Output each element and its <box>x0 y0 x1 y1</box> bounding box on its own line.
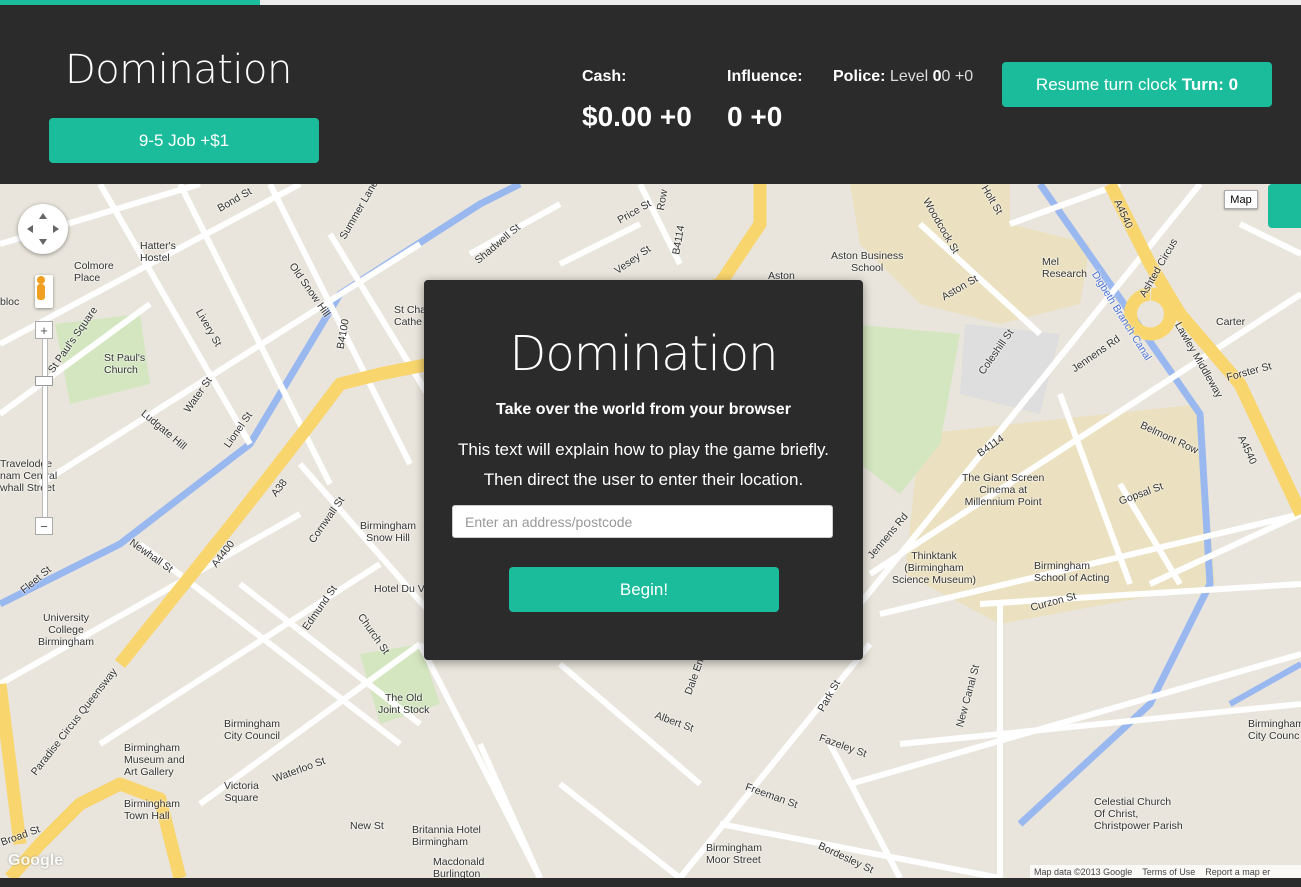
label-old-joint-stock: The Old Joint Stock <box>378 692 430 716</box>
label-school-of-acting: Birmingham School of Acting <box>1034 560 1110 584</box>
job-button[interactable]: 9-5 Job +$1 <box>49 118 319 163</box>
label-museum: Birmingham Museum and Art Gallery <box>124 742 185 778</box>
turn-counter: Turn: 0 <box>1181 74 1239 94</box>
cash-label: Cash: <box>582 68 627 85</box>
top-bar: Domination 9-5 Job +$1 Cash: $0.00 +0 In… <box>0 5 1301 184</box>
terms-of-use-link[interactable]: Terms of Use <box>1142 867 1195 877</box>
label-macdonald-burlington: Macdonald Burlington <box>433 856 485 878</box>
zoom-slider-thumb[interactable] <box>35 376 53 386</box>
label-city-council-right: Birmingham City Counc <box>1248 718 1301 742</box>
label-colmore-place: Colmore Place <box>74 260 114 284</box>
label-giant-screen: The Giant Screen Cinema at Millennium Poin… <box>962 472 1045 508</box>
map-attribution: Map data ©2013 Google Terms of Use Repor… <box>1030 865 1301 878</box>
dialog-title: Domination <box>509 326 778 382</box>
resume-label: Resume turn clock <box>1035 74 1177 94</box>
begin-button[interactable]: Begin! <box>509 567 779 612</box>
google-logo: Google <box>8 852 64 869</box>
dialog-tagline: Take over the world from your browser <box>496 401 791 418</box>
attribution-data: Map data ©2013 Google <box>1034 866 1133 877</box>
police-stat: Police: Level 00 +0 <box>833 68 973 86</box>
dialog-description-line-1: This text will explain how to play the g… <box>457 440 830 459</box>
resume-turn-clock-button[interactable]: Resume turn clock Turn: 0 <box>1002 62 1272 107</box>
label-celestial-church: Celestial Church Of Christ, Christpower Pa… <box>1094 796 1183 832</box>
map-type-button[interactable]: Map <box>1224 190 1258 209</box>
footer-bar <box>0 878 1301 887</box>
zoom-out-button[interactable]: − <box>35 517 53 535</box>
map-canvas[interactable]: Hatter's Hostel Colmore Place bloc St Paul… <box>0 184 1301 878</box>
label-new-st: New St <box>350 820 384 832</box>
police-level: Level 00 +0 <box>889 68 974 85</box>
influence-value: 0 +0 <box>727 101 783 132</box>
dialog-description-line-2: Then direct the user to enter their loca… <box>483 470 804 489</box>
label-victoria-square: Victoria Square <box>224 780 259 804</box>
side-panel-tab[interactable] <box>1268 184 1301 228</box>
cash-value: $0.00 +0 <box>582 101 692 132</box>
report-error-link[interactable]: Report a map er <box>1205 867 1270 877</box>
influence-label: Influence: <box>727 68 803 85</box>
address-input[interactable] <box>452 505 833 538</box>
start-dialog: Domination Take over the world from your… <box>424 280 863 660</box>
police-label: Police: <box>833 68 886 85</box>
label-hotel-du-vin: Hotel Du V <box>374 583 425 595</box>
pan-arrows-icon <box>27 213 59 245</box>
label-st-chads: St Cha Cathe <box>394 304 427 328</box>
label-birmingham-snow-hill: Birmingham Snow Hill <box>360 520 417 544</box>
pan-control[interactable] <box>18 204 68 254</box>
label-city-council: Birmingham City Council <box>224 718 281 742</box>
street-view-pegman-icon[interactable] <box>35 275 53 308</box>
label-thinktank: Thinktank (Birmingham Science Museum) <box>892 550 977 586</box>
app-title: Domination <box>65 47 292 93</box>
label-st-pauls-church: St Paul's Church <box>104 352 146 376</box>
label-mel-research: Mel Research <box>1042 256 1087 280</box>
label-university-college: University College Birmingham <box>38 612 95 648</box>
label-aston-business-school: Aston Business School <box>831 250 904 274</box>
label-carter: Carter <box>1216 316 1246 328</box>
zoom-slider-track[interactable] <box>42 332 48 532</box>
label-travelodge: Travelodge nam Central whall Street <box>0 458 58 494</box>
label-moor-street: Birmingham Moor Street <box>706 842 763 866</box>
label-bloc: bloc <box>0 296 20 308</box>
label-town-hall: Birmingham Town Hall <box>124 798 181 822</box>
zoom-in-button[interactable]: + <box>35 321 53 339</box>
label-hatters-hostel: Hatter's Hostel <box>140 240 176 264</box>
label-britannia-hotel: Britannia Hotel Birmingham <box>412 824 481 848</box>
